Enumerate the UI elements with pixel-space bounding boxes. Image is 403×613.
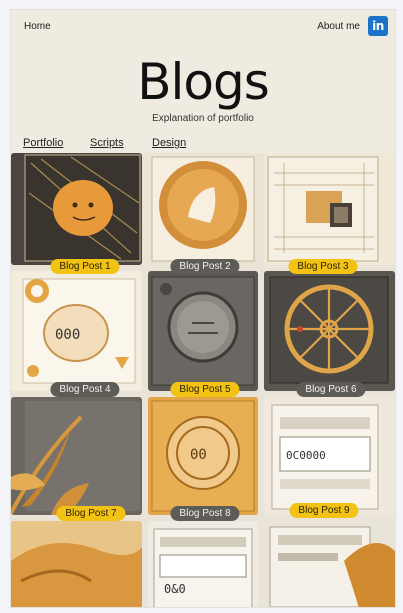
blog-post-card[interactable]	[264, 521, 395, 607]
post-thumbnail	[264, 271, 395, 391]
svg-text:000: 000	[55, 327, 80, 343]
blog-post-card[interactable]	[11, 397, 142, 515]
page-subtitle: Explanation of portfolio	[152, 113, 254, 124]
svg-text:00: 00	[190, 447, 207, 463]
blog-post-card[interactable]	[148, 153, 258, 265]
nav-design[interactable]: Design	[152, 137, 186, 149]
blog-post-label[interactable]: Blog Post 8	[170, 506, 240, 521]
post-thumbnail: 00	[148, 397, 258, 515]
blog-post-label[interactable]: Blog Post 2	[170, 259, 240, 274]
blog-post-label[interactable]: Blog Post 6	[296, 382, 366, 397]
svg-text:0C0000: 0C0000	[286, 449, 326, 462]
blog-post-label[interactable]: Blog Post 9	[289, 503, 359, 518]
blog-post-card[interactable]: 00	[148, 397, 258, 515]
nav-scripts[interactable]: Scripts	[90, 137, 124, 149]
blog-grid: 000 00 0C0000 0&0 Blog Post 1 Blog Post …	[11, 153, 395, 607]
blog-post-card[interactable]: 0&0	[148, 521, 258, 607]
blog-post-card[interactable]	[11, 521, 142, 607]
post-thumbnail: 000	[11, 271, 142, 391]
blog-post-card[interactable]	[148, 271, 258, 391]
post-thumbnail: 0&0	[148, 521, 258, 607]
blog-post-label[interactable]: Blog Post 7	[56, 506, 126, 521]
blog-post-card[interactable]: 0C0000	[264, 397, 395, 515]
post-thumbnail	[264, 521, 395, 607]
post-thumbnail	[11, 521, 142, 607]
blog-post-card[interactable]	[11, 153, 142, 265]
blog-post-card[interactable]: 000	[11, 271, 142, 391]
home-link[interactable]: Home	[24, 21, 51, 32]
blog-post-label[interactable]: Blog Post 4	[50, 382, 120, 397]
nav-portfolio[interactable]: Portfolio	[23, 137, 63, 149]
blog-post-card[interactable]	[264, 153, 395, 265]
page-title: Blogs	[137, 53, 270, 111]
post-thumbnail	[264, 153, 395, 265]
page-frame: Home About me in Blogs Explanation of po…	[11, 10, 395, 607]
about-me-link[interactable]: About me	[317, 21, 360, 32]
blog-post-label[interactable]: Blog Post 3	[288, 259, 358, 274]
top-bar: Home About me in	[11, 10, 395, 44]
blog-post-label[interactable]: Blog Post 1	[50, 259, 120, 274]
post-thumbnail	[11, 397, 142, 515]
blog-post-label[interactable]: Blog Post 5	[170, 382, 240, 397]
linkedin-icon[interactable]: in	[368, 16, 388, 36]
post-thumbnail	[148, 153, 258, 265]
svg-text:0&0: 0&0	[164, 582, 186, 596]
post-thumbnail: 0C0000	[264, 397, 395, 515]
blog-post-card[interactable]	[264, 271, 395, 391]
post-thumbnail	[148, 271, 258, 391]
post-thumbnail	[11, 153, 142, 265]
